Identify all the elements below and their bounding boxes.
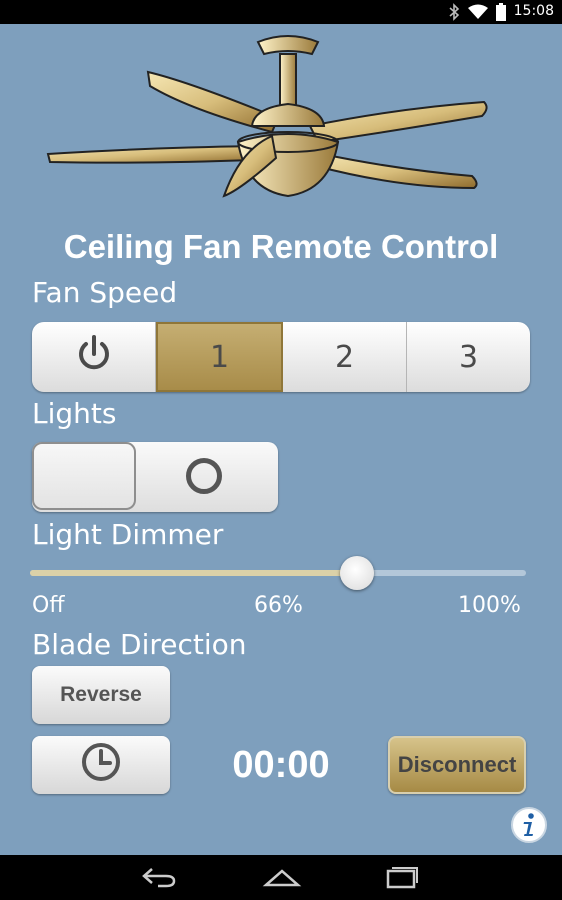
lights-toggle-knob[interactable] [32,442,136,510]
timer-display: 00:00 [232,744,330,786]
lights-toggle[interactable] [32,442,278,512]
back-icon[interactable] [140,865,180,894]
home-icon[interactable] [262,865,302,894]
ceiling-fan-image [40,30,522,210]
dimmer-max-label: 100% [458,593,521,618]
recent-apps-icon[interactable] [384,865,420,894]
blade-direction-label: Blade Direction [32,628,247,661]
fan-speed-3-button[interactable]: 3 [407,322,530,392]
slider-thumb[interactable] [340,556,374,590]
status-bar: 15:08 [0,0,562,24]
reverse-button[interactable]: Reverse [32,666,170,724]
navigation-bar [0,855,562,900]
status-icons [448,3,506,21]
app-title: Ceiling Fan Remote Control [63,228,499,265]
fan-speed-1-button[interactable]: 1 [156,322,283,392]
info-icon[interactable] [510,806,548,844]
fan-speed-label: Fan Speed [32,276,178,309]
power-icon [76,334,112,380]
slider-track-fill [30,570,357,576]
dimmer-min-label: Off [32,593,65,618]
dimmer-value-label: 66% [254,593,303,618]
fan-speed-2-button[interactable]: 2 [283,322,407,392]
lights-label: Lights [32,397,117,430]
wifi-icon [468,4,488,20]
timer-button[interactable] [32,736,170,794]
disconnect-button[interactable]: Disconnect [388,736,526,794]
light-dimmer-label: Light Dimmer [32,518,224,551]
light-dimmer-slider[interactable] [30,556,526,590]
off-indicator-icon [186,458,222,494]
fan-speed-selector: 1 2 3 [32,322,530,392]
fan-speed-off-button[interactable] [32,322,156,392]
clock-icon [80,741,122,789]
clock-time: 15:08 [513,3,554,19]
bluetooth-icon [448,3,460,21]
battery-icon [496,3,506,21]
